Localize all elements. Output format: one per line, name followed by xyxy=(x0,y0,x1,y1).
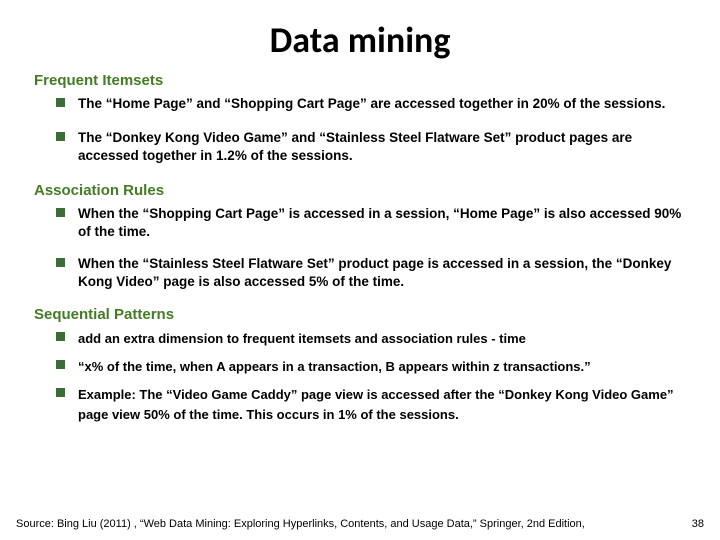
section-association-rules: Association Rules When the “Shopping Car… xyxy=(38,182,682,292)
list-item: “x% of the time, when A appears in a tra… xyxy=(56,357,682,377)
bullet-list: The “Home Page” and “Shopping Cart Page”… xyxy=(56,95,682,166)
list-item: Example: The “Video Game Caddy” page vie… xyxy=(56,385,682,425)
section-heading: Association Rules xyxy=(34,182,682,199)
bullet-list: When the “Shopping Cart Page” is accesse… xyxy=(56,205,682,292)
footer-source: Source: Bing Liu (2011) , “Web Data Mini… xyxy=(16,518,585,530)
item-text: When the “Shopping Cart Page” is accesse… xyxy=(78,206,681,239)
section-sequential-patterns: Sequential Patterns add an extra dimensi… xyxy=(38,306,682,425)
list-item: When the “Shopping Cart Page” is accesse… xyxy=(56,205,682,241)
page-number: 38 xyxy=(692,518,704,530)
item-text: The “Donkey Kong Video Game” and “Stainl… xyxy=(78,130,632,163)
bullet-list: add an extra dimension to frequent items… xyxy=(56,329,682,425)
list-item: The “Home Page” and “Shopping Cart Page”… xyxy=(56,95,682,113)
section-heading: Sequential Patterns xyxy=(34,306,682,323)
slide-title: Data mining xyxy=(38,18,682,62)
item-text: The “Home Page” and “Shopping Cart Page”… xyxy=(78,96,665,111)
slide: Data mining Frequent Itemsets The “Home … xyxy=(0,0,720,540)
footer: Source: Bing Liu (2011) , “Web Data Mini… xyxy=(16,518,704,530)
item-text: “x% of the time, when A appears in a tra… xyxy=(78,359,591,374)
section-frequent-itemsets: Frequent Itemsets The “Home Page” and “S… xyxy=(38,72,682,166)
list-item: add an extra dimension to frequent items… xyxy=(56,329,682,349)
item-text: add an extra dimension to frequent items… xyxy=(78,331,526,346)
item-text: Example: The “Video Game Caddy” page vie… xyxy=(78,387,674,422)
item-text: When the “Stainless Steel Flatware Set” … xyxy=(78,256,671,289)
section-heading: Frequent Itemsets xyxy=(34,72,682,89)
list-item: When the “Stainless Steel Flatware Set” … xyxy=(56,255,682,291)
list-item: The “Donkey Kong Video Game” and “Stainl… xyxy=(56,129,682,165)
